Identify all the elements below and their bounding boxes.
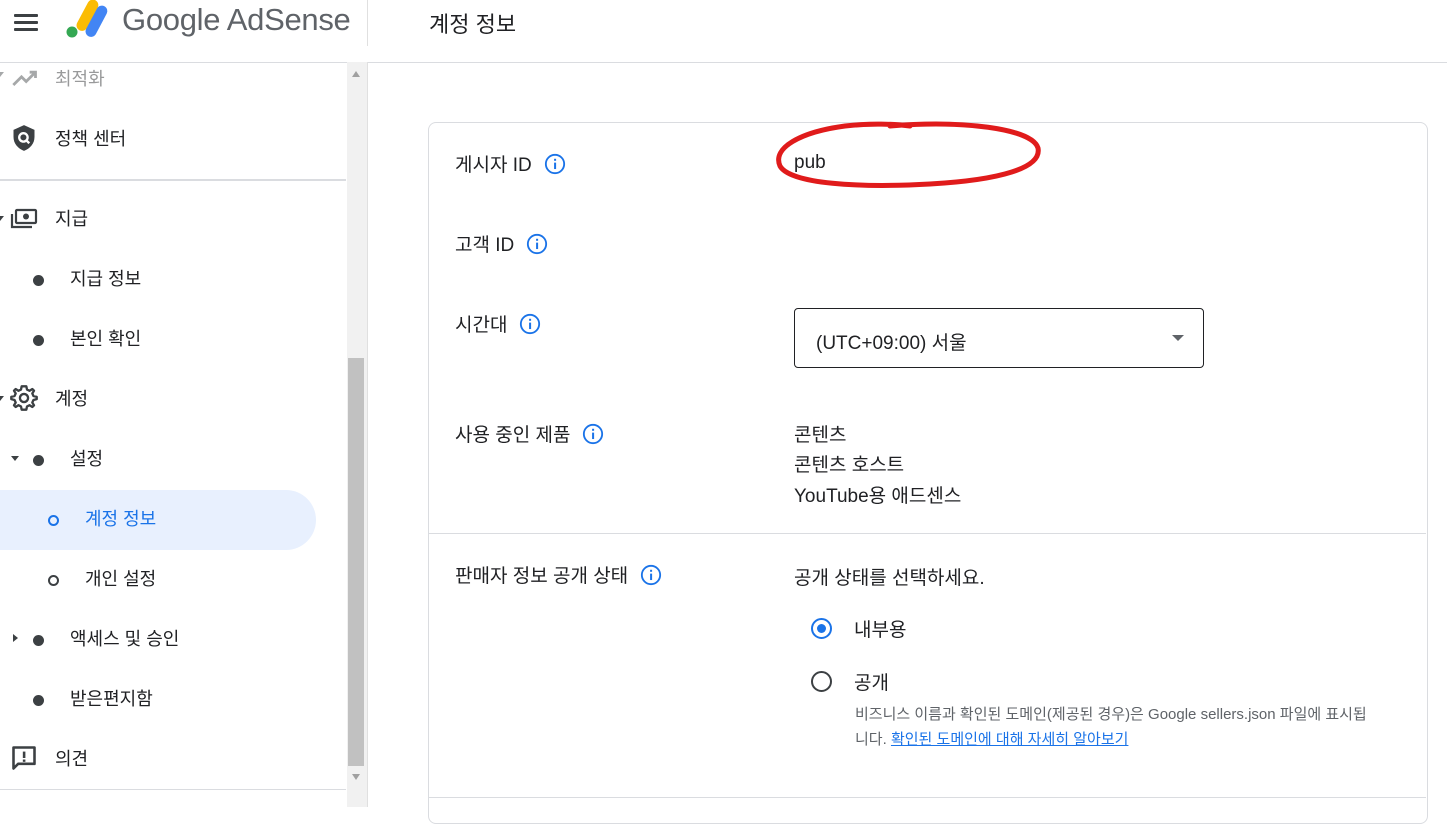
sidebar-divider <box>0 789 346 790</box>
sidebar-item-label: 개인 설정 <box>85 569 157 589</box>
bullet-icon <box>33 695 44 706</box>
top-app-bar: Google AdSense 계정 정보 <box>0 0 1447 63</box>
gear-icon <box>10 385 38 411</box>
hamburger-menu-icon[interactable] <box>14 11 40 35</box>
feedback-icon <box>12 746 36 770</box>
product-item: 콘텐츠 <box>794 425 847 446</box>
sidebar-item-access-authorization[interactable]: 액세스 및 승인 <box>0 618 346 658</box>
publisher-id-text: 게시자 ID <box>455 155 532 176</box>
card-divider <box>429 797 1426 798</box>
sidebar-item-label: 정책 센터 <box>55 129 127 149</box>
sidebar-item-label: 지급 정보 <box>70 269 142 289</box>
customer-id-label: 고객 ID <box>455 230 548 257</box>
timezone-selected-value: (UTC+09:00) 서울 <box>816 333 967 354</box>
expand-caret-icon <box>11 456 19 461</box>
expand-caret-icon <box>13 634 18 642</box>
sidebar-item-inbox[interactable]: 받은편지함 <box>0 678 346 718</box>
trending-up-icon <box>12 70 37 86</box>
radio-internal[interactable]: 내부용 <box>811 615 906 642</box>
info-icon[interactable] <box>544 153 566 175</box>
sidebar: 최적화 정책 센터 지급 지급 정보 본인 확인 계정 설정 계정 정보 개인 … <box>0 62 368 807</box>
product-item: 콘텐츠 호스트 <box>794 455 905 476</box>
sidebar-item-settings[interactable]: 설정 <box>0 438 346 478</box>
info-icon[interactable] <box>526 233 548 255</box>
learn-more-link[interactable]: 확인된 도메인에 대해 자세히 알아보기 <box>891 731 1128 748</box>
bullet-icon <box>33 275 44 286</box>
timezone-select[interactable]: (UTC+09:00) 서울 <box>794 308 1204 368</box>
dropdown-arrow-icon <box>1172 335 1184 341</box>
timezone-text: 시간대 <box>455 315 508 336</box>
seller-help-text: 비즈니스 이름과 확인된 도메인(제공된 경우)은 Google sellers… <box>855 702 1375 752</box>
sidebar-item-optimization[interactable]: 최적화 <box>0 62 346 98</box>
seller-visibility-label: 판매자 정보 공개 상태 <box>455 561 662 588</box>
scroll-down-arrow-icon[interactable] <box>352 774 360 780</box>
bullet-icon <box>33 455 44 466</box>
page-title: 계정 정보 <box>429 12 517 37</box>
brand-name: Google AdSense <box>122 2 351 37</box>
scroll-up-arrow-icon[interactable] <box>352 71 360 77</box>
sidebar-item-label: 받은편지함 <box>70 689 153 709</box>
sidebar-item-label: 본인 확인 <box>70 329 142 349</box>
sidebar-item-label: 지급 <box>55 209 89 229</box>
sidebar-divider <box>0 179 346 181</box>
card-divider <box>429 533 1426 534</box>
radio-public[interactable]: 공개 <box>811 668 889 695</box>
sidebar-item-label: 최적화 <box>55 69 105 89</box>
sidebar-item-personal-settings[interactable]: 개인 설정 <box>0 558 346 598</box>
radio-selected-icon[interactable] <box>811 618 832 639</box>
customer-id-text: 고객 ID <box>455 235 515 256</box>
sub-bullet-icon <box>48 575 59 586</box>
sidebar-item-policy-center[interactable]: 정책 센터 <box>0 118 346 158</box>
policy-shield-icon <box>13 125 35 151</box>
sidebar-item-feedback[interactable]: 의견 <box>0 738 346 778</box>
seller-visibility-prompt: 공개 상태를 선택하세요. <box>794 568 985 589</box>
sidebar-item-payment-info[interactable]: 지급 정보 <box>0 258 346 298</box>
product-item: YouTube용 애드센스 <box>794 486 962 507</box>
info-icon[interactable] <box>640 564 662 586</box>
sidebar-item-account-info[interactable]: 계정 정보 <box>0 498 316 538</box>
sidebar-item-label: 액세스 및 승인 <box>70 629 180 649</box>
sidebar-item-label: 계정 <box>55 389 89 409</box>
radio-label: 공개 <box>854 673 889 694</box>
bullet-icon <box>33 335 44 346</box>
sidebar-item-label: 계정 정보 <box>85 509 157 529</box>
header-divider <box>367 0 368 46</box>
adsense-logo <box>66 0 108 38</box>
sidebar-scrollbar-thumb[interactable] <box>348 358 364 766</box>
red-circle-annotation <box>776 121 1041 188</box>
radio-label: 내부용 <box>854 620 907 641</box>
info-icon[interactable] <box>519 313 541 335</box>
expand-caret-icon <box>0 72 4 77</box>
publisher-id-label: 게시자 ID <box>455 150 566 177</box>
radio-unselected-icon[interactable] <box>811 671 832 692</box>
bullet-icon <box>33 635 44 646</box>
payments-icon <box>10 208 38 229</box>
expand-caret-icon <box>0 396 4 401</box>
products-text: 사용 중인 제품 <box>455 425 571 446</box>
sub-bullet-icon <box>48 515 59 526</box>
sidebar-item-label: 의견 <box>55 749 89 769</box>
sidebar-item-identity-verification[interactable]: 본인 확인 <box>0 318 346 358</box>
sidebar-item-payments[interactable]: 지급 <box>0 198 346 238</box>
sidebar-item-label: 설정 <box>70 449 104 469</box>
timezone-label: 시간대 <box>455 310 541 337</box>
seller-visibility-text: 판매자 정보 공개 상태 <box>455 566 629 587</box>
info-icon[interactable] <box>582 423 604 445</box>
products-label: 사용 중인 제품 <box>455 420 604 447</box>
expand-caret-icon <box>0 216 4 221</box>
sidebar-item-account[interactable]: 계정 <box>0 378 346 418</box>
